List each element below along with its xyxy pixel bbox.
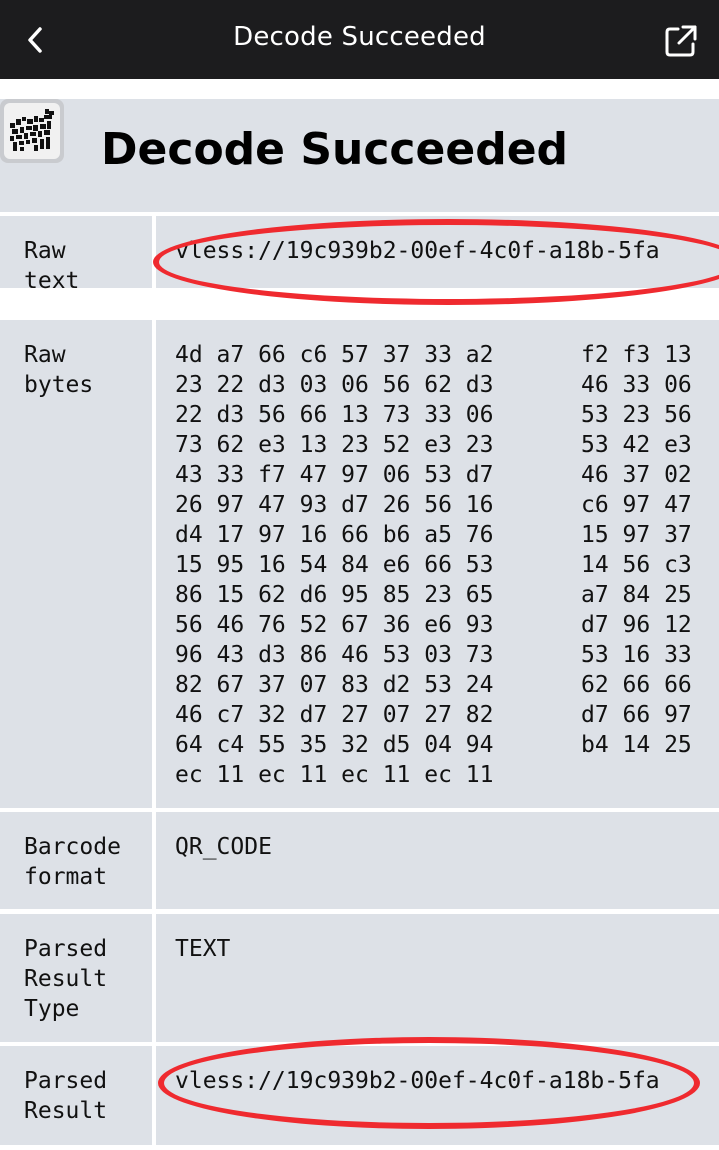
raw-bytes-right: 46 33 06	[581, 372, 692, 398]
raw-bytes-left: 4d a7 66 c6 57 37 33 a2	[175, 342, 494, 368]
raw-bytes-left: 15 95 16 54 84 e6 66 53	[175, 552, 494, 578]
raw-bytes-right: 62 66 66	[581, 672, 692, 698]
raw-bytes-left: 46 c7 32 d7 27 07 27 82	[175, 702, 494, 728]
raw-bytes-right: 15 97 37	[581, 522, 692, 548]
raw-bytes-right: 14 56 c3	[581, 552, 692, 578]
raw-bytes-left: 26 97 47 93 d7 26 56 16	[175, 492, 494, 518]
raw-bytes-left: 96 43 d3 86 46 53 03 73	[175, 642, 494, 668]
share-icon[interactable]	[664, 24, 698, 58]
raw-text-label: Raw text	[24, 238, 80, 294]
raw-bytes-right: a7 84 25	[581, 582, 692, 608]
raw-bytes-left: ec 11 ec 11 ec 11 ec 11	[175, 762, 494, 788]
raw-bytes-left: d4 17 97 16 66 b6 a5 76	[175, 522, 494, 548]
barcode-format-value[interactable]: QR_CODE	[175, 832, 272, 862]
parsed-result-type-label: Parsed Result Type	[24, 936, 108, 1022]
barcode-format-row: Barcode format QR_CODE	[0, 812, 719, 909]
raw-text-value[interactable]: vless://19c939b2-00ef-4c0f-a18b-5fa	[175, 236, 660, 266]
barcode-format-label: Barcode format	[24, 834, 121, 890]
raw-bytes-left: 86 15 62 d6 95 85 23 65	[175, 582, 494, 608]
parsed-result-type-value[interactable]: TEXT	[175, 934, 230, 964]
raw-bytes-left: 64 c4 55 35 32 d5 04 94	[175, 732, 494, 758]
parsed-result-type-row: Parsed Result Type TEXT	[0, 914, 719, 1042]
raw-bytes-right: 46 37 02	[581, 462, 692, 488]
raw-bytes-label: Raw bytes	[24, 342, 94, 398]
parsed-result-value[interactable]: vless://19c939b2-00ef-4c0f-a18b-5fa	[175, 1066, 660, 1096]
raw-bytes-right: d7 66 97	[581, 702, 692, 728]
raw-bytes-right: 53 16 33	[581, 642, 692, 668]
parsed-result-label: Parsed Result	[24, 1068, 108, 1124]
raw-bytes-right: c6 97 47	[581, 492, 692, 518]
parsed-result-row: Parsed Result vless://19c939b2-00ef-4c0f…	[0, 1046, 719, 1145]
raw-bytes-left: 82 67 37 07 83 d2 53 24	[175, 672, 494, 698]
raw-bytes-right: f2 f3 13	[581, 342, 692, 368]
raw-bytes-right: 53 23 56	[581, 402, 692, 428]
raw-bytes-right: d7 96 12	[581, 612, 692, 638]
raw-text-row: Raw text vless://19c939b2-00ef-4c0f-a18b…	[0, 216, 719, 294]
result-title: Decode Succeeded	[101, 124, 569, 175]
raw-bytes-right: 53 42 e3	[581, 432, 692, 458]
raw-bytes-left: 43 33 f7 47 97 06 53 d7	[175, 462, 494, 488]
raw-bytes-left: 56 46 76 52 67 36 e6 93	[175, 612, 494, 638]
raw-bytes-left: 23 22 d3 03 06 56 62 d3	[175, 372, 494, 398]
raw-bytes-right: b4 14 25	[581, 732, 692, 758]
top-app-bar: Decode Succeeded	[0, 0, 719, 79]
raw-bytes-left: 22 d3 56 66 13 73 33 06	[175, 402, 494, 428]
raw-bytes-row: Raw bytes 4d a7 66 c6 57 37 33 a2 f2 f3 1…	[0, 320, 719, 808]
app-bar-title: Decode Succeeded	[233, 22, 486, 52]
qr-code-icon	[0, 99, 64, 163]
raw-bytes-left: 73 62 e3 13 23 52 e3 23	[175, 432, 494, 458]
